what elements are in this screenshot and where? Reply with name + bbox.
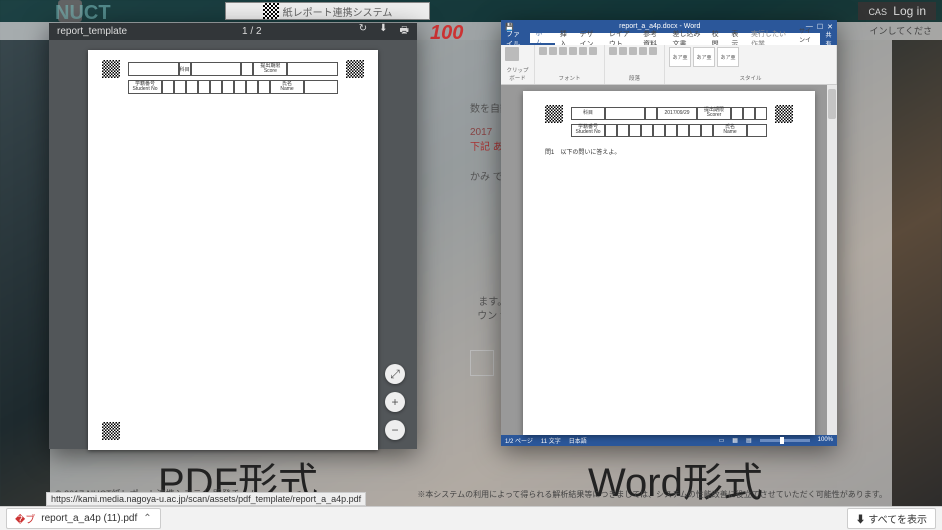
word-body-text: 問1 以下の問いに答えよ。 [545,147,620,156]
pdf-page-area[interactable]: 科目 提出期限Score 学籍番号Student No 氏名Name ⤢ + − [49,40,417,450]
highlight-icon[interactable] [589,47,597,55]
signin-button[interactable]: サインイン [794,33,820,45]
ribbon: クリップボード フォント 段落 [501,45,837,85]
qr-top-right-icon [775,105,793,123]
disclaimer-text: ※本システムの利用によって得られる解析結果等につきましては、システムの性能改善に… [417,489,887,500]
ribbon-tabs: ファイル ホーム 挿入 デザイン レイアウト 参考資料 差し込み文書 校閲 表示… [501,33,837,45]
view-read-icon[interactable]: ▭ [719,437,725,444]
site-header: CAS Log in [0,0,942,22]
share-button[interactable]: 共有 [820,33,837,45]
login-button[interactable]: CAS Log in [858,2,936,20]
pdf-form-row-1: 科目 提出期限Score [128,62,338,76]
banner-box: 紙レポート連携システム [225,2,430,20]
word-window: 💾 report_a_a4p.docx - Word — ☐ ✕ ファイル ホー… [501,20,837,446]
numbering-icon[interactable] [619,47,627,55]
word-page: 科目 2017/09/29 提出期限Scorer 学籍番号Student No … [523,91,815,435]
align-right-icon[interactable] [649,47,657,55]
qr-top-left-icon [545,105,563,123]
tab-view[interactable]: 表示 [726,33,746,45]
style-heading1[interactable]: あア亜 [693,47,715,67]
tab-review[interactable]: 校閲 [707,33,727,45]
word-statusbar: 1/2 ページ 11 文字 日本語 ▭ ▦ ▤ 100% [501,435,837,446]
fit-page-icon[interactable]: ⤢ [385,364,405,384]
pdf-page: 科目 提出期限Score 学籍番号Student No 氏名Name [88,50,378,450]
tab-references[interactable]: 参考資料 [638,33,667,45]
ribbon-font: フォント [535,45,605,84]
show-all-downloads[interactable]: ⬇ すべてを表示 [847,508,936,529]
tab-design[interactable]: デザイン [575,33,604,45]
qr-top-right-icon [346,60,364,78]
view-print-icon[interactable]: ▦ [732,437,738,444]
login-label: Log in [893,4,926,18]
pdf-form-row-2: 学籍番号Student No 氏名Name [128,80,338,94]
pdf-toolbar: report_template 1 / 2 ↻ ⬇ 🖶 [49,23,417,40]
style-heading2[interactable]: あア亜 [717,47,739,67]
word-scrollbar[interactable] [827,85,837,435]
font-size-icon[interactable] [579,47,587,55]
window-max-icon[interactable]: ☐ [817,23,823,31]
underline-icon[interactable] [559,47,567,55]
rotate-icon[interactable]: ↻ [359,23,367,40]
tab-file[interactable]: ファイル [501,33,530,45]
zoom-level[interactable]: 100% [818,437,833,443]
zoom-slider[interactable] [760,439,810,442]
zoom-out-icon[interactable]: − [385,420,405,440]
pdf-filename: report_template [57,26,127,37]
download-icon[interactable]: ⬇ [379,23,387,40]
pdf-file-icon: �ブ [15,511,35,526]
tab-home[interactable]: ホーム [530,33,554,45]
italic-icon[interactable] [549,47,557,55]
ribbon-clipboard: クリップボード [501,45,535,84]
pdf-page-indicator: 1 / 2 [242,26,261,37]
tab-insert[interactable]: 挿入 [555,33,575,45]
font-color-icon[interactable] [569,47,577,55]
word-form-row-2: 学籍番号Student No 氏名Name [571,124,767,137]
site-logo-text: NUCT [55,2,111,25]
align-left-icon[interactable] [629,47,637,55]
pdf-float-controls: ⤢ + − [385,364,405,440]
zoom-in-icon[interactable]: + [385,392,405,412]
download-filename: report_a_a4p (11).pdf [41,513,137,524]
hover-url: https://kami.media.nagoya-u.ac.jp/scan/a… [46,492,366,506]
tab-mailings[interactable]: 差し込み文書 [668,33,707,45]
tab-layout[interactable]: レイアウト [604,33,638,45]
banner-qr-icon [263,3,279,19]
qr-bottom-left-icon [102,422,120,440]
banner-text: 紙レポート連携システム [283,4,393,19]
partial-box [470,350,494,376]
bold-icon[interactable] [539,47,547,55]
bullets-icon[interactable] [609,47,617,55]
status-words[interactable]: 11 文字 [541,436,561,445]
chevron-down-icon[interactable]: ⌃ [143,513,151,524]
paste-icon[interactable] [505,47,519,61]
qr-top-left-icon [102,60,120,78]
status-page[interactable]: 1/2 ページ [505,436,533,445]
view-web-icon[interactable]: ▤ [746,437,752,444]
style-normal[interactable]: あア亜 [669,47,691,67]
scrollbar-thumb[interactable] [828,89,836,119]
tell-me[interactable]: 実行したい作業... [746,33,794,45]
download-icon: ⬇ [856,515,866,526]
word-doc-area[interactable]: 科目 2017/09/29 提出期限Scorer 学籍番号Student No … [501,85,837,435]
sub-note: インしてくださ [870,26,932,36]
align-center-icon[interactable] [639,47,647,55]
login-cas-label: CAS [868,7,887,17]
download-bar: �ブ report_a_a4p (11).pdf ⌃ ⬇ すべてを表示 [0,506,942,530]
status-lang[interactable]: 日本語 [569,436,587,445]
download-chip[interactable]: �ブ report_a_a4p (11).pdf ⌃ [6,508,161,529]
print-icon[interactable]: 🖶 [400,23,409,40]
ribbon-styles: あア亜 あア亜 あア亜 スタイル [665,45,837,84]
ribbon-paragraph: 段落 [605,45,665,84]
word-form-row-1: 科目 2017/09/29 提出期限Scorer [571,107,767,120]
pdf-viewer-window: report_template 1 / 2 ↻ ⬇ 🖶 科目 提出期限Score… [49,23,417,449]
